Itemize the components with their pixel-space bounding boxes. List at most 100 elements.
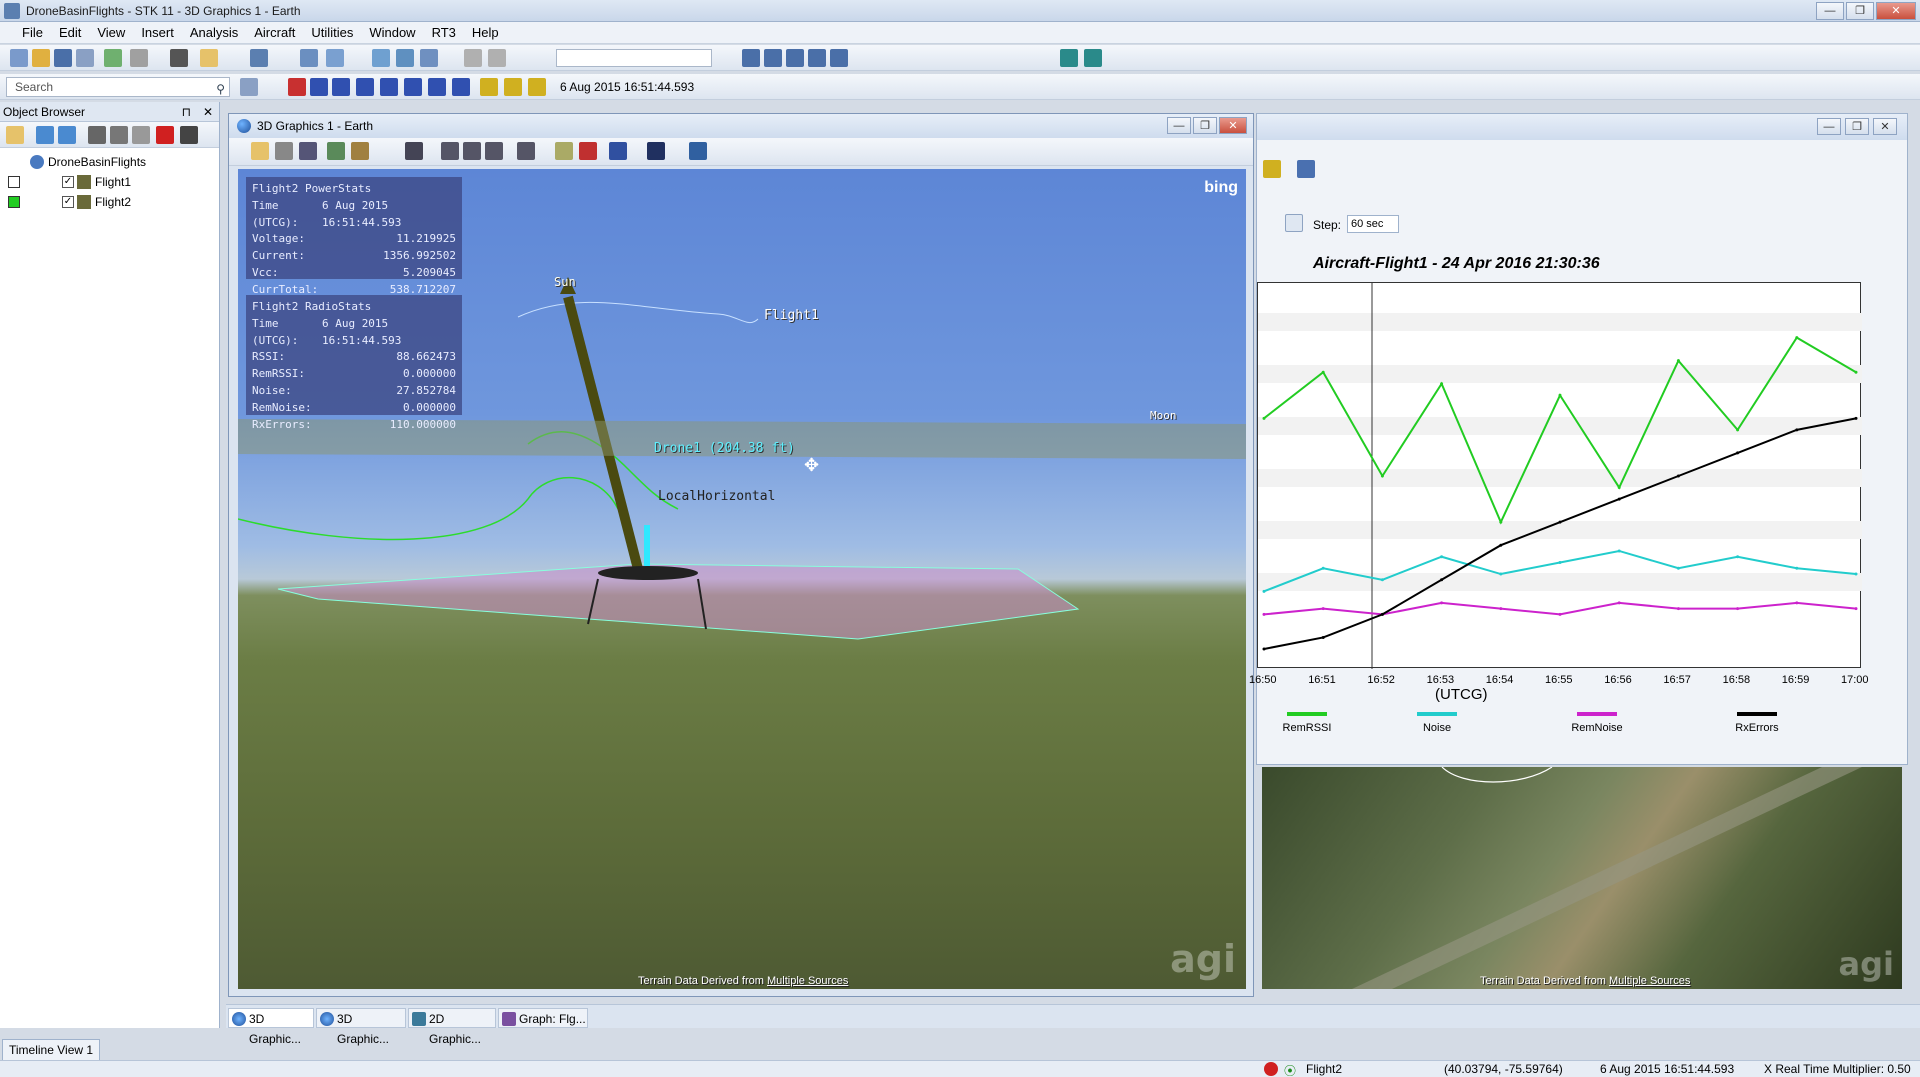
step-forward-icon[interactable] bbox=[404, 78, 422, 96]
tree-item-flight2[interactable]: ✓ Flight2 bbox=[0, 192, 219, 212]
record-movie-icon[interactable] bbox=[689, 142, 707, 160]
search-input[interactable]: Search ⚲ bbox=[6, 77, 230, 97]
report-graph-icon[interactable] bbox=[742, 49, 760, 67]
multiple-sources-link[interactable]: Multiple Sources bbox=[767, 975, 848, 987]
minimize-button[interactable]: — bbox=[1816, 2, 1844, 20]
settings-tool-icon[interactable] bbox=[488, 49, 506, 67]
zoom-icon[interactable] bbox=[299, 142, 317, 160]
refresh-icon[interactable] bbox=[420, 49, 438, 67]
3d-viewport[interactable]: Flight2 PowerStats Time (UTCG): 6 Aug 201… bbox=[238, 169, 1246, 989]
properties-icon[interactable] bbox=[251, 142, 269, 160]
3d-maximize-button[interactable]: ❐ bbox=[1193, 117, 1217, 134]
rt3-antenna-icon[interactable] bbox=[1084, 49, 1102, 67]
tab-2d-graphics[interactable]: 2D Graphic... bbox=[408, 1008, 496, 1046]
binoculars-icon[interactable] bbox=[180, 126, 198, 144]
realtime-active-icon[interactable] bbox=[528, 78, 546, 96]
play-reverse-icon[interactable] bbox=[332, 78, 350, 96]
open-icon[interactable] bbox=[32, 49, 50, 67]
menu-aircraft[interactable]: Aircraft bbox=[246, 25, 303, 40]
2d-window-icon[interactable] bbox=[300, 49, 318, 67]
flight1-checkbox[interactable]: ✓ bbox=[62, 176, 74, 188]
menu-rt3[interactable]: RT3 bbox=[424, 25, 464, 40]
secondary-3d-view[interactable]: agi Terrain Data Derived from Multiple S… bbox=[1262, 767, 1902, 989]
copy-icon[interactable] bbox=[110, 126, 128, 144]
graph-help-icon[interactable] bbox=[1297, 160, 1315, 178]
menu-help[interactable]: Help bbox=[464, 25, 507, 40]
tree-root[interactable]: DroneBasinFlights bbox=[0, 152, 219, 172]
step-back-icon[interactable] bbox=[310, 78, 328, 96]
graph-manager-icon[interactable] bbox=[250, 49, 268, 67]
check-all-icon[interactable] bbox=[58, 126, 76, 144]
paste-icon[interactable] bbox=[132, 126, 150, 144]
flight2-color-swatch[interactable] bbox=[8, 196, 20, 208]
multiple-sources-link[interactable]: Multiple Sources bbox=[1609, 975, 1690, 987]
cut-icon[interactable] bbox=[88, 126, 106, 144]
x-realtime-icon[interactable] bbox=[504, 78, 522, 96]
pause-icon[interactable] bbox=[356, 78, 374, 96]
graph-refresh-icon[interactable] bbox=[1263, 160, 1281, 178]
quick-report-icon[interactable] bbox=[764, 49, 782, 67]
graph-maximize-button[interactable]: ❐ bbox=[1845, 118, 1869, 135]
graph-minimize-button[interactable]: — bbox=[1817, 118, 1841, 135]
zoom-icon[interactable] bbox=[372, 49, 390, 67]
hand-pan-icon[interactable] bbox=[275, 142, 293, 160]
timeline-view-tab[interactable]: Timeline View 1 bbox=[2, 1039, 101, 1061]
menu-edit[interactable]: Edit bbox=[51, 25, 89, 40]
tab-3d-graphics-2[interactable]: 3D Graphic... bbox=[316, 1008, 406, 1046]
maximize-button[interactable]: ❐ bbox=[1846, 2, 1874, 20]
reset-animation-icon[interactable] bbox=[288, 78, 306, 96]
tab-3d-graphics-1[interactable]: 3D Graphic... bbox=[228, 1008, 314, 1046]
view-to-icon[interactable] bbox=[405, 142, 423, 160]
tab-graph[interactable]: Graph: Flg... bbox=[498, 1008, 588, 1028]
flight1-color-swatch[interactable] bbox=[8, 176, 20, 188]
color-icon[interactable] bbox=[36, 126, 54, 144]
object-view-icon[interactable] bbox=[517, 142, 535, 160]
flight2-checkbox[interactable]: ✓ bbox=[62, 196, 74, 208]
new-scenario-icon[interactable] bbox=[10, 49, 28, 67]
increase-step-icon[interactable] bbox=[452, 78, 470, 96]
notes-icon[interactable] bbox=[200, 49, 218, 67]
play-forward-icon[interactable] bbox=[380, 78, 398, 96]
print-icon[interactable] bbox=[170, 49, 188, 67]
menu-view[interactable]: View bbox=[89, 25, 133, 40]
settings-gear-icon[interactable] bbox=[240, 78, 258, 96]
search-icon[interactable]: ⚲ bbox=[216, 80, 225, 98]
3d-close-button[interactable]: ✕ bbox=[1219, 117, 1247, 134]
menu-window[interactable]: Window bbox=[361, 25, 423, 40]
measure-icon[interactable] bbox=[555, 142, 573, 160]
current-time-field[interactable]: 6 Aug 2015 16:51:44.593 bbox=[552, 77, 738, 97]
north-up-icon[interactable] bbox=[485, 142, 503, 160]
pan-icon[interactable] bbox=[396, 49, 414, 67]
globe-manager-icon[interactable] bbox=[609, 142, 627, 160]
insert-object-icon[interactable] bbox=[104, 49, 122, 67]
home-view-icon[interactable] bbox=[441, 142, 459, 160]
new-folder-icon[interactable] bbox=[6, 126, 24, 144]
close-panel-icon[interactable]: ✕ bbox=[203, 102, 213, 122]
time-dropdown-arrow-icon[interactable] bbox=[1285, 214, 1303, 232]
close-button[interactable]: ✕ bbox=[1876, 2, 1916, 20]
3d-minimize-button[interactable]: — bbox=[1167, 117, 1191, 134]
delete-icon[interactable] bbox=[156, 126, 174, 144]
decrease-step-icon[interactable] bbox=[428, 78, 446, 96]
properties-icon[interactable] bbox=[76, 49, 94, 67]
analysis-icon[interactable] bbox=[830, 49, 848, 67]
plot-area[interactable] bbox=[1257, 282, 1862, 669]
menu-file[interactable]: File bbox=[14, 25, 51, 40]
3d-window-icon[interactable] bbox=[326, 49, 344, 67]
chart-icon[interactable] bbox=[808, 49, 826, 67]
snapshot-icon[interactable] bbox=[351, 142, 369, 160]
data-provider-icon[interactable] bbox=[786, 49, 804, 67]
annotate-icon[interactable] bbox=[579, 142, 597, 160]
error-icon[interactable] bbox=[1264, 1062, 1278, 1076]
rt3-connect-icon[interactable] bbox=[1060, 49, 1078, 67]
menu-analysis[interactable]: Analysis bbox=[182, 25, 246, 40]
view-from-icon[interactable] bbox=[327, 142, 345, 160]
step-input[interactable]: 60 sec bbox=[1347, 215, 1399, 233]
menu-utilities[interactable]: Utilities bbox=[303, 25, 361, 40]
pin-icon[interactable]: ⊓ bbox=[182, 102, 191, 122]
tree-item-flight1[interactable]: ✓ Flight1 bbox=[0, 172, 219, 192]
menu-insert[interactable]: Insert bbox=[133, 25, 182, 40]
realtime-icon[interactable] bbox=[480, 78, 498, 96]
object-selector-dropdown[interactable] bbox=[556, 49, 712, 67]
report-icon[interactable] bbox=[130, 49, 148, 67]
